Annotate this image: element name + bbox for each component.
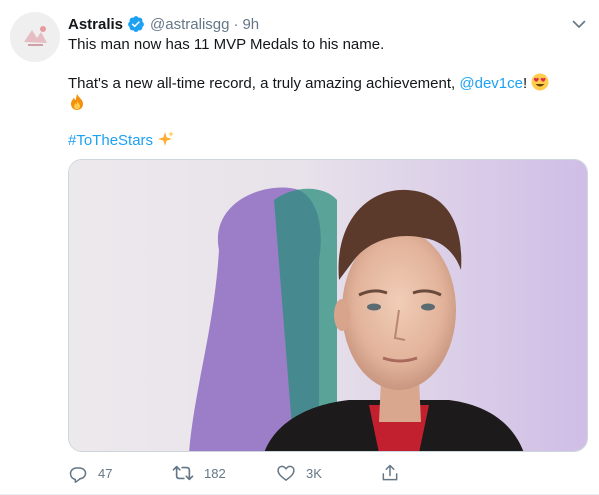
share-icon	[380, 463, 400, 483]
handle[interactable]: @astralisgg	[150, 16, 229, 33]
display-name[interactable]: Astralis	[68, 16, 123, 33]
tweet-header: Astralis @astralisgg · 9h	[68, 14, 259, 34]
tweet-text-achievement: That's a new all-time record, a truly am…	[68, 75, 460, 92]
fire-emoji	[68, 93, 86, 111]
reply-icon	[68, 463, 88, 483]
exclamation: !	[522, 75, 528, 92]
retweet-icon	[172, 463, 194, 483]
tweet-hashtag-line: #ToTheStars	[68, 130, 590, 151]
chevron-down-icon[interactable]	[567, 12, 591, 36]
share-button[interactable]	[380, 463, 400, 483]
heart-eyes-emoji	[531, 73, 549, 91]
like-count: 3K	[306, 465, 322, 481]
tweet-photo[interactable]	[68, 159, 588, 452]
hashtag-link[interactable]: #ToTheStars	[68, 132, 153, 149]
reply-count: 47	[98, 465, 113, 481]
sparkles-emoji	[157, 130, 175, 148]
separator-dot: ·	[233, 15, 239, 33]
like-icon	[276, 463, 296, 483]
retweet-button[interactable]: 182	[172, 463, 276, 483]
tweet-text-line2-wrap	[68, 93, 590, 114]
tweet-actions: 47 182 3K	[68, 462, 400, 484]
tweet-text-line2: That's a new all-time record, a truly am…	[68, 73, 590, 94]
reply-button[interactable]: 47	[68, 463, 172, 483]
verified-badge-icon	[127, 15, 145, 33]
avatar[interactable]	[10, 12, 60, 62]
tweet-text-line1: This man now has 11 MVP Medals to his na…	[68, 36, 385, 53]
tweet-card[interactable]: Astralis @astralisgg · 9h This man now h…	[0, 0, 599, 495]
timestamp[interactable]: 9h	[242, 16, 259, 33]
mention-link[interactable]: @dev1ce	[459, 75, 523, 92]
like-button[interactable]: 3K	[276, 463, 380, 483]
retweet-count: 182	[204, 465, 226, 481]
